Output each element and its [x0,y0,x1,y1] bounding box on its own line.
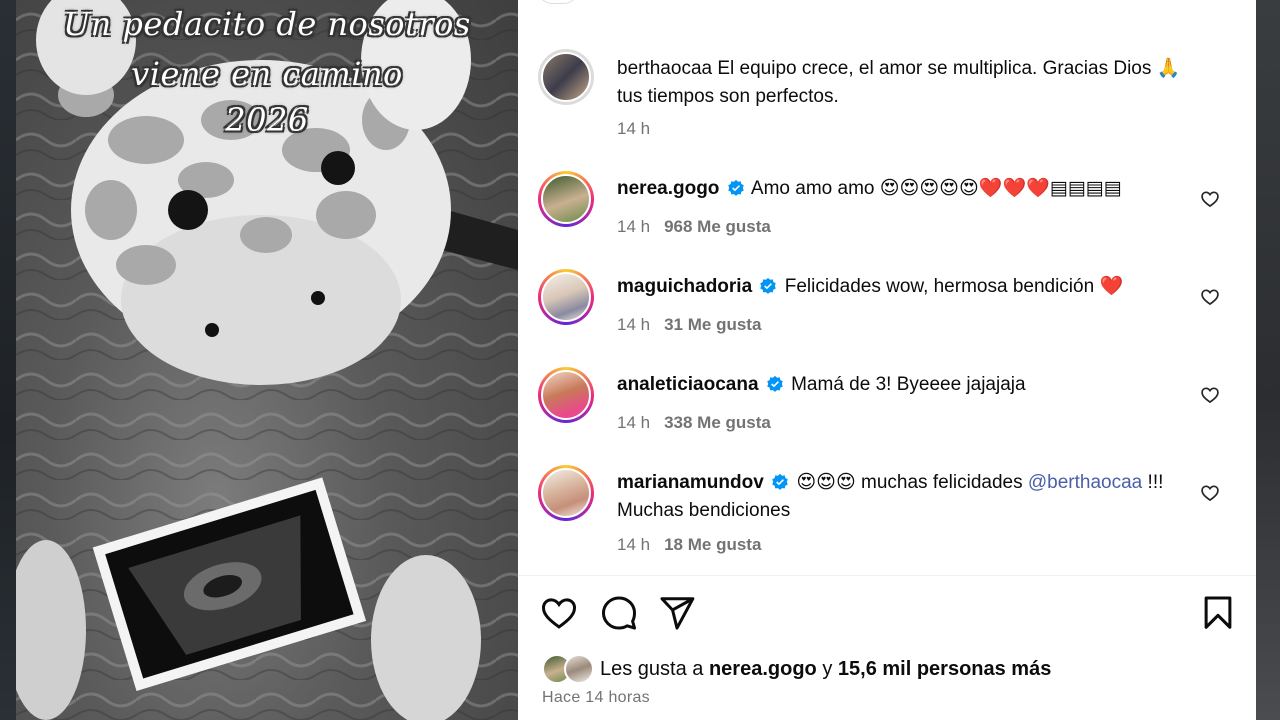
avatar[interactable] [538,465,594,521]
likes-count-link[interactable]: 15,6 mil personas más [838,658,1051,680]
likes-text: Les gusta a nerea.gogo y 15,6 mil person… [600,658,1051,681]
avatar[interactable] [538,49,594,105]
post-media[interactable]: Un pedacito de nosotros viene en camino … [16,0,518,720]
comment-icon[interactable] [600,594,638,632]
caption-item: berthaocaa El equipo crece, el amor se m… [538,49,1238,139]
verified-badge-icon [727,179,744,196]
likes-summary: Les gusta a nerea.gogo y 15,6 mil person… [542,654,1242,684]
comment-time[interactable]: 14 h [617,535,650,554]
caption-username[interactable]: berthaocaa [617,58,712,79]
comment-body: Felicidades wow, hermosa bendición ❤️ [784,276,1124,297]
comment-meta: 14 h 338 Me gusta [617,413,771,433]
bookmark-icon[interactable] [1199,594,1237,632]
comment-likes[interactable]: 18 Me gusta [664,535,761,554]
overlay-line-3: 2026 [225,101,309,139]
comment-time[interactable]: 14 h [617,413,650,432]
overlay-line-1: Un pedacito de nosotros [63,5,471,43]
caption-meta: 14 h [617,119,650,139]
action-bar [518,590,1256,636]
comment-text: marianamundov 😍😍😍 muchas felicidades @be… [617,469,1207,525]
caption-time[interactable]: 14 h [617,119,650,138]
overlay-line-2: viene en camino [131,55,403,93]
comment-item: marianamundov 😍😍😍 muchas felicidades @be… [538,465,1238,565]
avatar-image [541,52,591,102]
comment-text: maguichadoria Felicidades wow, hermosa b… [617,273,1207,301]
comment-text: nerea.gogo Amo amo amo 😍😍😍😍😍❤️❤️❤️▤▤▤▤ [617,175,1207,203]
liker-avatar[interactable] [564,654,594,684]
comment-like-heart-icon[interactable] [1200,483,1220,503]
comment-likes[interactable]: 31 Me gusta [664,315,761,334]
comments-list[interactable]: berthaocaa El equipo crece, el amor se m… [518,0,1256,575]
comment-username[interactable]: nerea.gogo [617,178,719,199]
comment-likes[interactable]: 338 Me gusta [664,413,771,432]
comment-time[interactable]: 14 h [617,217,650,236]
post-time[interactable]: Hace 14 horas [542,689,650,707]
comment-like-heart-icon[interactable] [1200,385,1220,405]
verified-badge-icon [767,375,783,392]
comment-username[interactable]: marianamundov [617,472,764,493]
comments-panel: berthaocaa El equipo crece, el amor se m… [518,0,1256,720]
comment-item: analeticiaocana Mamá de 3! Byeeee jajaja… [538,367,1238,447]
comment-mention-link[interactable]: @berthaocaa [1028,472,1142,493]
avatar-image [541,174,591,224]
heart-icon[interactable] [540,594,578,632]
comment-like-heart-icon[interactable] [1200,287,1220,307]
comment-item: maguichadoria Felicidades wow, hermosa b… [538,269,1238,349]
comment-body: Amo amo amo 😍😍😍😍😍❤️❤️❤️▤▤▤▤ [750,178,1122,199]
backdrop-right [1256,0,1280,720]
comment-meta: 14 h 31 Me gusta [617,315,761,335]
comment-item: nerea.gogo Amo amo amo 😍😍😍😍😍❤️❤️❤️▤▤▤▤ 1… [538,171,1238,251]
avatar-image [541,468,591,518]
comment-meta: 14 h 18 Me gusta [617,535,761,555]
comment-text: analeticiaocana Mamá de 3! Byeeee jajaja… [617,371,1207,399]
comment-time[interactable]: 14 h [617,315,650,334]
avatar[interactable] [538,367,594,423]
avatar-image [541,272,591,322]
verified-badge-icon [760,277,777,294]
header-avatar-partial [538,0,578,4]
avatar[interactable] [538,171,594,227]
comment-body: Mamá de 3! Byeeee jajajaja [791,374,1026,395]
caption-text: berthaocaa El equipo crece, el amor se m… [617,55,1207,111]
comment-body: 😍😍😍 muchas felicidades [796,472,1028,493]
comment-like-heart-icon[interactable] [1200,189,1220,209]
share-icon[interactable] [658,594,696,632]
comment-username[interactable]: analeticiaocana [617,374,759,395]
comment-meta: 14 h 968 Me gusta [617,217,771,237]
divider [518,575,1256,576]
backdrop-left [0,0,16,720]
avatar[interactable] [538,269,594,325]
likes-prefix: Les gusta a [600,658,709,680]
comment-likes[interactable]: 968 Me gusta [664,217,771,236]
likes-user-link[interactable]: nerea.gogo [709,658,817,680]
comment-username[interactable]: maguichadoria [617,276,752,297]
avatar-image [541,370,591,420]
likes-middle: y [816,658,838,680]
verified-badge-icon [772,473,788,490]
